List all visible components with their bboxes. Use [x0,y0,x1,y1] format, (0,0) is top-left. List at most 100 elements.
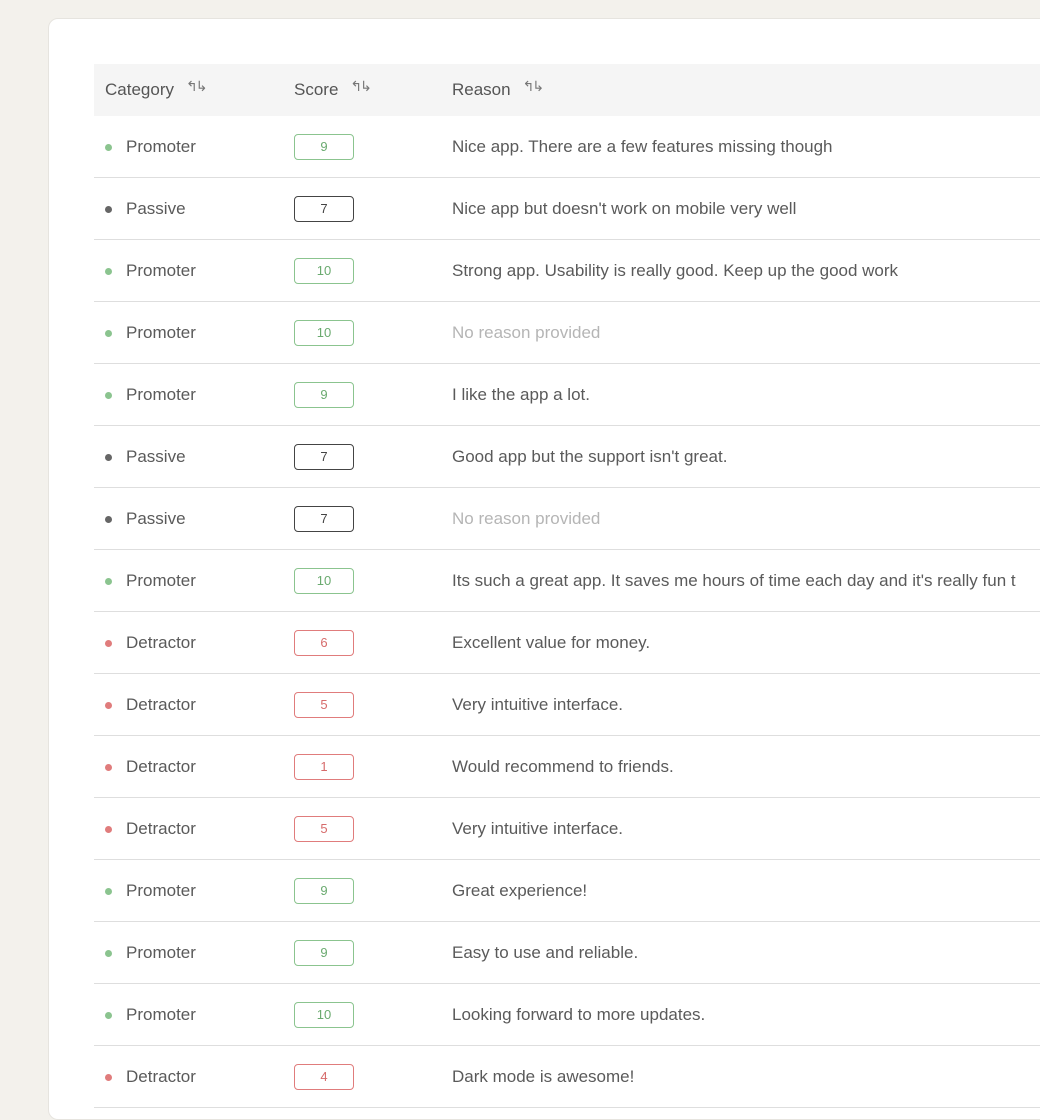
reason-cell: I like the app a lot. [452,363,1040,426]
table-row[interactable]: Passive 7 No reason provided [94,487,1040,550]
table-row[interactable]: Promoter 9 Easy to use and reliable. [94,921,1040,984]
category-cell: Promoter [94,549,294,612]
category-cell: Promoter [94,239,294,302]
category-cell: Promoter [94,363,294,426]
category-label: Promoter [126,942,196,962]
score-badge: 4 [294,1063,354,1090]
column-header-label: Score [294,80,339,99]
reason-cell: Nice app but doesn't work on mobile very… [452,177,1040,240]
category-label: Promoter [126,260,196,280]
sort-arrows-icon[interactable]: ↰↳ [523,78,545,95]
category-label: Promoter [126,322,196,342]
status-dot-icon [105,391,112,399]
table-row[interactable]: Passive 7 Good app but the support isn't g… [94,425,1040,488]
status-dot-icon [105,639,112,647]
score-badge: 9 [294,133,354,160]
score-badge: 1 [294,753,354,780]
table-row[interactable]: Promoter 10 Strong app. Usability is reall… [94,239,1040,302]
table-header-row: Category ↰↳ Score ↰↳ Reason ↰↳ [94,64,1040,116]
table-body: Promoter 9 Nice app. There are a few featu… [94,116,1040,1108]
table-row[interactable]: Detractor 5 Very intuitive interface. [94,797,1040,860]
score-cell: 4 [294,1045,452,1108]
status-dot-icon [105,515,112,523]
reason-cell: Strong app. Usability is really good. Ke… [452,239,1040,302]
score-cell: 5 [294,797,452,860]
reason-cell: Great experience! [452,859,1040,922]
score-cell: 9 [294,363,452,426]
column-header-label: Category [105,80,174,99]
score-cell: 1 [294,735,452,798]
score-cell: 9 [294,921,452,984]
status-dot-icon [105,205,112,213]
reason-cell: Its such a great app. It saves me hours … [452,549,1040,612]
category-cell: Detractor [94,673,294,736]
status-dot-icon [105,1011,112,1019]
category-label: Detractor [126,1066,196,1086]
table-row[interactable]: Promoter 10 No reason provided [94,301,1040,364]
score-cell: 6 [294,611,452,674]
reason-cell: No reason provided [452,487,1040,550]
reason-cell: No reason provided [452,301,1040,364]
category-cell: Detractor [94,611,294,674]
table-row[interactable]: Promoter 9 Great experience! [94,859,1040,922]
category-cell: Promoter [94,983,294,1046]
score-badge: 5 [294,691,354,718]
table-row[interactable]: Detractor 4 Dark mode is awesome! [94,1045,1040,1108]
category-cell: Detractor [94,797,294,860]
reason-cell: Good app but the support isn't great. [452,425,1040,488]
status-dot-icon [105,143,112,151]
category-label: Passive [126,446,186,466]
score-cell: 10 [294,239,452,302]
table-row[interactable]: Detractor 6 Excellent value for money. [94,611,1040,674]
score-cell: 10 [294,983,452,1046]
column-header-score[interactable]: Score ↰↳ [294,64,452,116]
score-badge: 10 [294,1001,354,1028]
category-label: Detractor [126,818,196,838]
score-cell: 7 [294,425,452,488]
category-label: Detractor [126,756,196,776]
category-cell: Passive [94,177,294,240]
category-cell: Passive [94,425,294,488]
status-dot-icon [105,763,112,771]
table-row[interactable]: Promoter 9 Nice app. There are a few featu… [94,116,1040,178]
sort-arrows-icon[interactable]: ↰↳ [350,78,372,95]
status-dot-icon [105,887,112,895]
category-cell: Promoter [94,116,294,178]
score-cell: 7 [294,487,452,550]
category-label: Promoter [126,880,196,900]
category-cell: Promoter [94,301,294,364]
reason-cell: Looking forward to more updates. [452,983,1040,1046]
reason-cell: Very intuitive interface. [452,797,1040,860]
status-dot-icon [105,453,112,461]
table-row[interactable]: Promoter 10 Its such a great app. It saves… [94,549,1040,612]
responses-table: Category ↰↳ Score ↰↳ Reason ↰↳ Promoter 9 Nic… [94,64,1040,1108]
category-cell: Promoter [94,921,294,984]
reason-cell: Dark mode is awesome! [452,1045,1040,1108]
category-cell: Promoter [94,859,294,922]
category-cell: Detractor [94,735,294,798]
score-badge: 7 [294,505,354,532]
status-dot-icon [105,949,112,957]
column-header-reason[interactable]: Reason ↰↳ [452,64,1040,116]
category-label: Detractor [126,632,196,652]
table-row[interactable]: Promoter 9 I like the app a lot. [94,363,1040,426]
sort-arrows-icon[interactable]: ↰↳ [186,78,208,95]
score-cell: 10 [294,301,452,364]
table-row[interactable]: Promoter 10 Looking forward to more update… [94,983,1040,1046]
table-row[interactable]: Detractor 1 Would recommend to friends. [94,735,1040,798]
score-badge: 6 [294,629,354,656]
score-badge: 9 [294,939,354,966]
table-row[interactable]: Passive 7 Nice app but doesn't work on mob… [94,177,1040,240]
table-row[interactable]: Detractor 5 Very intuitive interface. [94,673,1040,736]
score-badge: 10 [294,257,354,284]
category-label: Detractor [126,694,196,714]
score-badge: 10 [294,319,354,346]
reason-cell: Would recommend to friends. [452,735,1040,798]
status-dot-icon [105,577,112,585]
status-dot-icon [105,267,112,275]
score-badge: 7 [294,443,354,470]
column-header-category[interactable]: Category ↰↳ [94,64,294,116]
score-cell: 9 [294,859,452,922]
status-dot-icon [105,1073,112,1081]
score-badge: 9 [294,381,354,408]
